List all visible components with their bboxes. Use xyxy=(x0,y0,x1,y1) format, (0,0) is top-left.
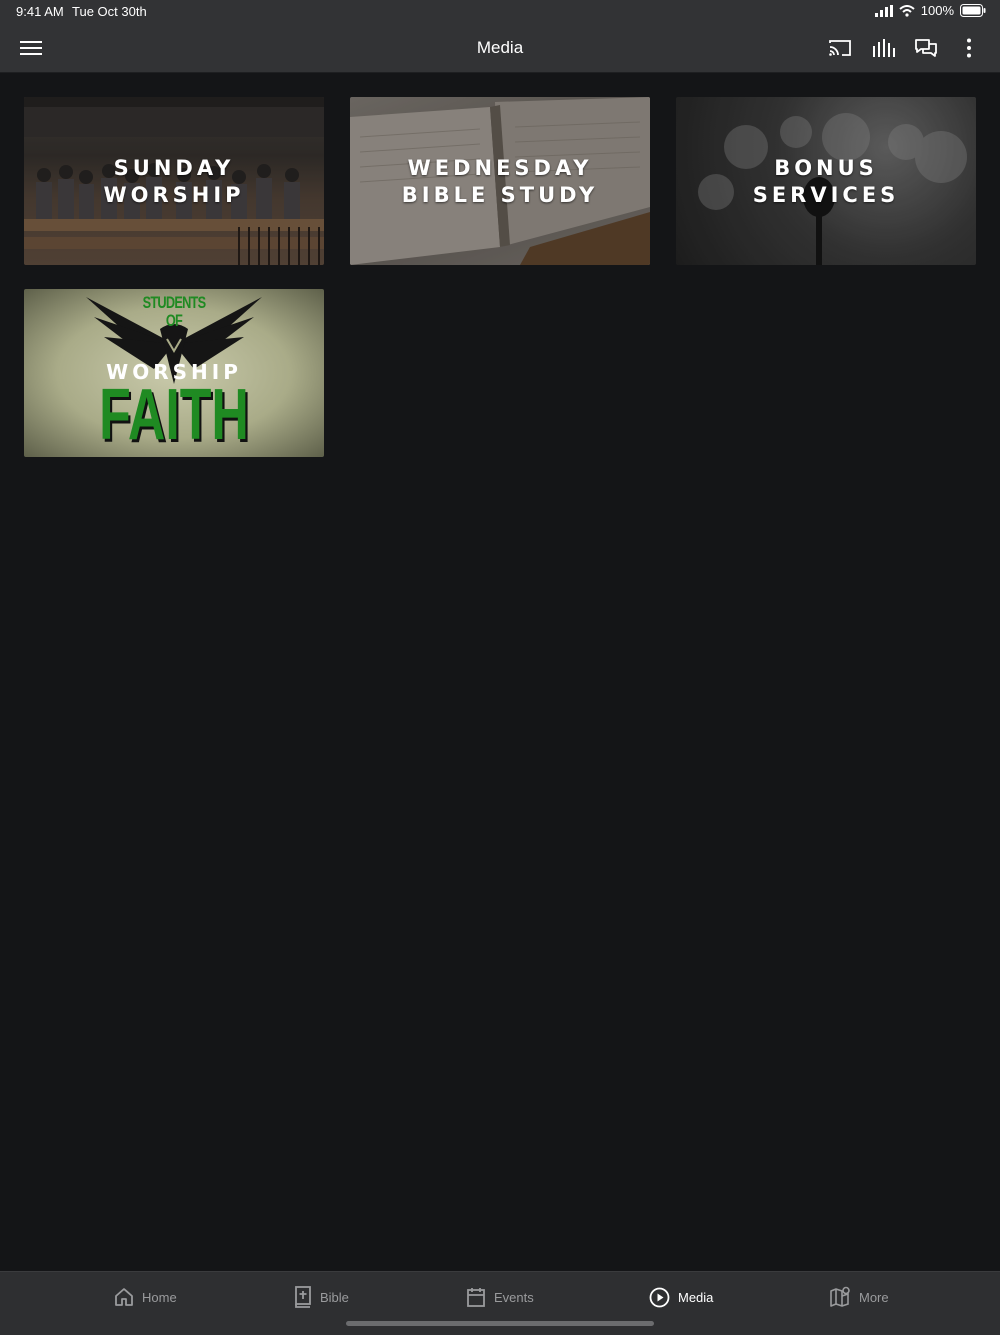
tab-home[interactable]: Home xyxy=(114,1284,177,1310)
tab-more-label: More xyxy=(859,1289,889,1305)
tile-students-text: STUDENTS OF xyxy=(62,294,287,330)
wifi-icon xyxy=(899,4,915,17)
status-indicators: 100% xyxy=(874,3,986,18)
home-indicator xyxy=(346,1321,654,1326)
battery-icon xyxy=(960,4,986,17)
tile-title-line-1: SUNDAY xyxy=(113,156,235,180)
tile-title-line-1: WEDNESDAY xyxy=(407,156,593,180)
audio-button[interactable] xyxy=(870,36,896,60)
tab-events-label: Events xyxy=(494,1289,534,1305)
tile-title: BONUS SERVICES xyxy=(676,155,976,209)
media-tile-wednesday-bible-study[interactable]: WEDNESDAY BIBLE STUDY xyxy=(350,97,650,265)
tab-home-label: Home xyxy=(142,1289,177,1305)
status-date: Tue Oct 30th xyxy=(72,4,147,19)
tab-events[interactable]: Events xyxy=(466,1284,534,1310)
play-circle-icon xyxy=(649,1287,670,1307)
tile-title-line-1: BONUS xyxy=(774,156,878,180)
tile-title-line-1b: OF xyxy=(165,311,183,330)
calendar-icon xyxy=(467,1288,485,1307)
tile-faith-text: FAITH xyxy=(99,375,249,455)
bible-icon xyxy=(295,1286,311,1308)
tab-bible-label: Bible xyxy=(320,1289,349,1305)
tile-title: WEDNESDAY BIBLE STUDY xyxy=(350,155,650,209)
media-tile-sunday-worship[interactable]: SUNDAY WORSHIP xyxy=(24,97,324,265)
cast-button[interactable] xyxy=(827,36,853,60)
tab-media-label: Media xyxy=(678,1289,714,1305)
overflow-menu-button[interactable] xyxy=(956,36,982,60)
battery-percent: 100% xyxy=(920,3,954,18)
chat-button[interactable] xyxy=(913,36,939,60)
tab-bible[interactable]: Bible xyxy=(294,1284,349,1310)
media-tile-bonus-services[interactable]: BONUS SERVICES xyxy=(676,97,976,265)
tile-title: SUNDAY WORSHIP xyxy=(24,155,324,209)
status-bar: 9:41 AM Tue Oct 30th 100% xyxy=(0,0,1000,24)
app-bar: Media xyxy=(0,24,1000,73)
map-icon xyxy=(830,1286,850,1307)
audio-bars-icon xyxy=(873,39,895,57)
media-tile-students-of-faith-worship[interactable]: STUDENTS OF WORSHIP FAITH xyxy=(24,289,324,457)
status-time: 9:41 AM xyxy=(16,4,64,19)
tile-title-line-2: BIBLE STUDY xyxy=(401,183,599,207)
tile-title-line-1: STUDENTS xyxy=(142,293,206,312)
cast-icon xyxy=(829,40,851,56)
signal-icon xyxy=(874,4,893,17)
chat-icon xyxy=(915,39,937,57)
tile-title-line-2: WORSHIP xyxy=(103,183,245,207)
home-icon xyxy=(115,1288,133,1306)
more-vertical-icon xyxy=(967,38,971,58)
tab-media[interactable]: Media xyxy=(649,1284,713,1310)
tile-title-line-2: SERVICES xyxy=(752,183,900,207)
tab-more[interactable]: More xyxy=(829,1284,889,1310)
